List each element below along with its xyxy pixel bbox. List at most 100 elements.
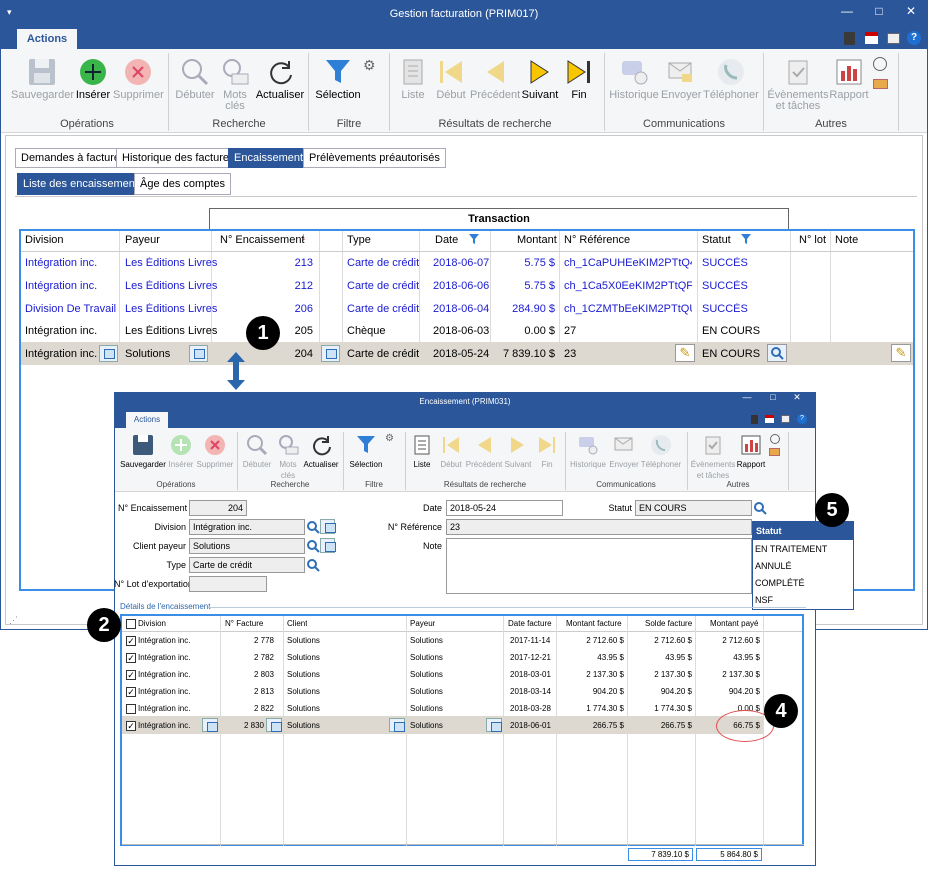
tab-prelevements[interactable]: Prélèvements préautorisés xyxy=(303,148,446,168)
row-checkbox[interactable]: ✓ xyxy=(126,721,136,731)
filter-settings-icon[interactable]: ⚙ xyxy=(363,57,376,74)
drow-date[interactable]: 2018-03-01 xyxy=(510,670,551,679)
subtab-liste[interactable]: Liste des encaissements xyxy=(17,173,150,195)
row-montant[interactable]: 7 839.10 $ xyxy=(495,348,555,360)
drow-date[interactable]: 2018-03-14 xyxy=(510,687,551,696)
drow-client[interactable]: Solutions xyxy=(287,704,320,713)
sort-desc-icon[interactable]: ↓ xyxy=(301,231,307,243)
row-date[interactable]: 2018-06-06 xyxy=(433,280,489,292)
note-edit-icon[interactable]: ✎ xyxy=(891,344,911,362)
row-payeur[interactable]: Les Éditions Livres xyxy=(125,325,217,337)
row-date[interactable]: 2018-06-07 xyxy=(433,257,489,269)
payeur-lookup-icon[interactable] xyxy=(189,345,208,362)
drow-payer[interactable]: Solutions xyxy=(410,636,443,645)
status-option[interactable]: NSF xyxy=(755,595,773,605)
col-header-date[interactable]: Date xyxy=(435,234,458,246)
row-montant[interactable]: 0.00 $ xyxy=(495,325,555,337)
dialog-minimize-icon[interactable]: — xyxy=(740,392,754,402)
dcol-payer[interactable]: Payeur xyxy=(410,619,435,628)
lot-field[interactable] xyxy=(189,576,267,592)
drow-client[interactable]: Solutions xyxy=(287,670,320,679)
refresh-button[interactable]: Actualiser xyxy=(255,57,305,101)
drow-balance[interactable]: 2 137.30 $ xyxy=(628,670,692,679)
drow-division[interactable]: Intégration inc. xyxy=(138,704,190,713)
drow-invoice-lookup-icon[interactable] xyxy=(266,718,282,732)
row-reference[interactable]: ch_1CaPUHEeKIM2PTtQ4v… xyxy=(564,257,692,269)
row-division[interactable]: Division De Travail xyxy=(25,303,116,315)
col-header-note[interactable]: Note xyxy=(835,234,858,246)
start-search-button[interactable]: Débuter xyxy=(173,57,217,101)
resize-grip-icon[interactable]: ⋰ xyxy=(9,615,18,626)
subtab-age[interactable]: Âge des comptes xyxy=(134,173,231,195)
row-date[interactable]: 2018-06-04 xyxy=(433,303,489,315)
division-field[interactable]: Intégration inc. xyxy=(189,519,305,535)
drow-client[interactable]: Solutions xyxy=(287,721,320,730)
dialog-close-icon[interactable]: ✕ xyxy=(790,392,804,403)
dialog-clock-icon[interactable] xyxy=(770,434,780,444)
division-lookup-icon[interactable] xyxy=(99,345,118,362)
statut-filter-icon[interactable] xyxy=(741,234,751,244)
drow-paid[interactable]: 904.20 $ xyxy=(696,687,760,696)
dialog-selection-button[interactable]: Sélection xyxy=(346,434,386,470)
row-division[interactable]: Intégration inc. xyxy=(25,348,97,360)
dcol-date[interactable]: Date facture xyxy=(508,619,552,628)
select-all-checkbox[interactable] xyxy=(126,619,136,629)
drow-payer[interactable]: Solutions xyxy=(410,670,443,679)
dialog-calculator-icon[interactable] xyxy=(751,415,758,424)
dialog-refresh-button[interactable]: Actualiser xyxy=(302,434,340,470)
row-date[interactable]: 2018-06-03 xyxy=(433,325,489,337)
dialog-delete-button[interactable]: Supprimer xyxy=(196,434,234,470)
payer-search-icon[interactable] xyxy=(306,538,320,554)
division-search-icon[interactable] xyxy=(306,519,320,535)
status-option[interactable]: EN TRAITEMENT xyxy=(755,544,827,554)
dialog-previous-button[interactable]: Précédent xyxy=(465,434,503,470)
row-num[interactable]: 204 xyxy=(241,348,313,360)
events-tasks-button[interactable]: Évènements et tâches xyxy=(767,57,829,112)
drow-division[interactable]: Intégration inc. xyxy=(138,636,190,645)
row-payeur[interactable]: Solutions xyxy=(125,348,170,360)
dcol-balance[interactable]: Solde facture xyxy=(645,619,692,628)
row-checkbox[interactable]: ✓ xyxy=(126,687,136,697)
drow-invoice[interactable]: 2 830 xyxy=(222,721,264,730)
drow-balance[interactable]: 2 712.60 $ xyxy=(628,636,692,645)
row-type[interactable]: Carte de crédit xyxy=(347,348,419,360)
list-button[interactable]: Liste xyxy=(395,57,431,101)
report-button[interactable]: Rapport xyxy=(829,57,869,101)
keywords-button[interactable]: Mots clés xyxy=(217,57,253,112)
row-reference[interactable]: ch_1CZMTbEeKIM2PTtQUV… xyxy=(564,303,692,315)
note-field[interactable] xyxy=(446,538,752,594)
dialog-calendar-icon[interactable] xyxy=(765,415,774,423)
drow-paid[interactable]: 2 712.60 $ xyxy=(696,636,760,645)
dialog-maximize-icon[interactable]: □ xyxy=(766,392,780,402)
first-button[interactable]: Début xyxy=(433,57,469,101)
col-header-lot[interactable]: N° lot xyxy=(799,234,826,246)
send-button[interactable]: Envoyer xyxy=(661,57,701,101)
drow-payer[interactable]: Solutions xyxy=(410,721,443,730)
row-payeur[interactable]: Les Éditions Livres xyxy=(125,280,217,292)
drow-amount[interactable]: 1 774.30 $ xyxy=(558,704,624,713)
dialog-last-button[interactable]: Fin xyxy=(533,434,561,470)
drow-balance[interactable]: 43.95 $ xyxy=(628,653,692,662)
row-num[interactable]: 206 xyxy=(241,303,313,315)
dialog-insert-button[interactable]: Insérer xyxy=(166,434,196,470)
dialog-phone-button[interactable]: Téléphoner xyxy=(640,434,682,470)
col-header-num[interactable]: N° Encaissement xyxy=(220,234,305,246)
dialog-filter-settings-icon[interactable]: ⚙ xyxy=(385,433,394,444)
row-payeur[interactable]: Les Éditions Livres xyxy=(125,257,217,269)
drow-amount[interactable]: 904.20 $ xyxy=(558,687,624,696)
col-header-division[interactable]: Division xyxy=(25,234,64,246)
row-division[interactable]: Intégration inc. xyxy=(25,257,97,269)
drow-payer[interactable]: Solutions xyxy=(410,653,443,662)
dialog-start-button[interactable]: Débuter xyxy=(240,434,274,470)
drow-client[interactable]: Solutions xyxy=(287,687,320,696)
help-icon[interactable]: ? xyxy=(907,31,921,45)
row-statut[interactable]: EN COURS xyxy=(702,325,760,337)
dialog-save-button[interactable]: Sauvegarder xyxy=(118,434,168,470)
row-checkbox[interactable]: ✓ xyxy=(126,670,136,680)
drow-balance[interactable]: 1 774.30 $ xyxy=(628,704,692,713)
drow-client-lookup-icon[interactable] xyxy=(389,718,405,732)
row-num[interactable]: 212 xyxy=(241,280,313,292)
date-filter-icon[interactable] xyxy=(469,234,479,244)
tab-encaissements[interactable]: Encaissements xyxy=(228,148,315,168)
row-num[interactable]: 213 xyxy=(241,257,313,269)
